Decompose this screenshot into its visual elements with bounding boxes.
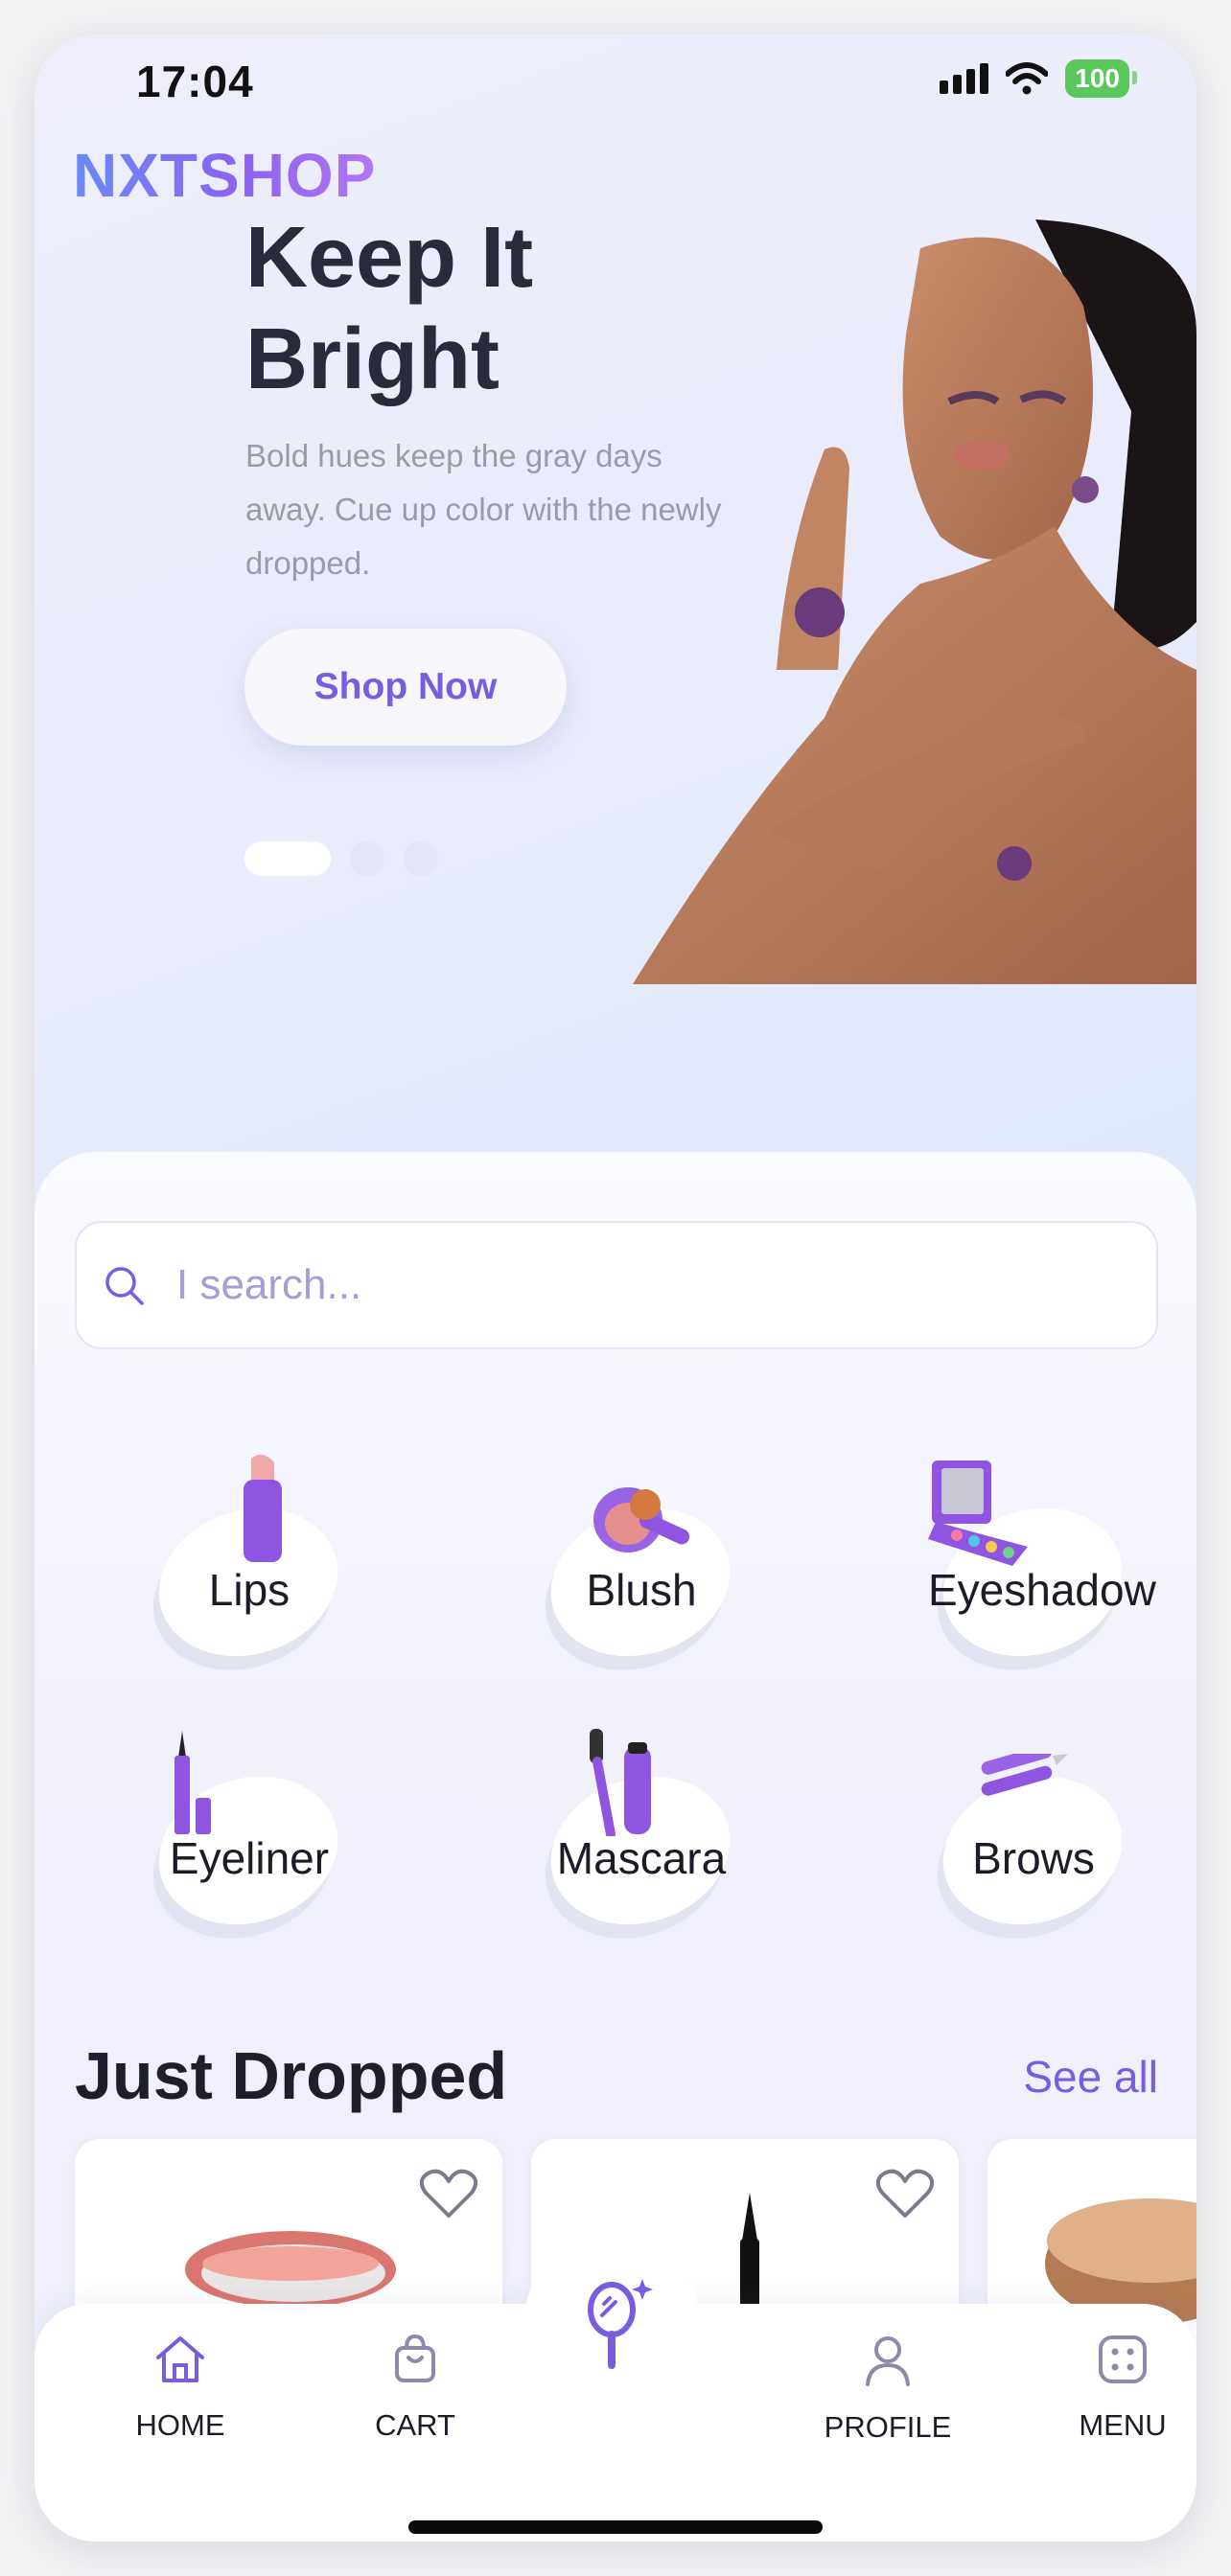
carousel-dot[interactable] xyxy=(404,841,438,876)
nav-label: MENU xyxy=(1079,2408,1167,2442)
nav-home[interactable]: HOME xyxy=(84,2334,276,2443)
category-lips[interactable]: Lips xyxy=(139,1453,358,1679)
product-image xyxy=(740,2193,759,2308)
category-label: Mascara xyxy=(556,1833,727,1883)
category-mascara[interactable]: Mascara xyxy=(531,1721,750,1947)
category-eyeliner[interactable]: Eyeliner xyxy=(139,1721,358,1947)
category-label: Eyeshadow xyxy=(928,1565,1156,1615)
status-icons: 100 xyxy=(940,59,1137,98)
nav-cart[interactable]: CART xyxy=(319,2334,511,2443)
status-time: 17:04 xyxy=(136,57,254,106)
home-indicator[interactable] xyxy=(408,2520,823,2534)
phone-screen: 17:04 100 NXTSHOP Keep It Bright Bold hu… xyxy=(35,34,1196,2542)
lipstick-icon xyxy=(244,1454,282,1562)
heart-icon[interactable] xyxy=(420,2168,477,2220)
eyeliner-icon xyxy=(174,1731,211,1834)
shopping-bag-icon xyxy=(395,2334,435,2382)
nav-label: HOME xyxy=(135,2408,225,2442)
carousel-dots xyxy=(244,841,438,876)
category-blush[interactable]: Blush xyxy=(531,1453,750,1679)
heart-icon[interactable] xyxy=(876,2168,934,2220)
mascara-icon xyxy=(590,1729,651,1836)
search-input[interactable] xyxy=(176,1261,1039,1309)
blush-compact-icon xyxy=(593,1487,690,1552)
magic-mirror-icon[interactable] xyxy=(583,2275,656,2371)
section-title: Just Dropped xyxy=(75,2038,508,2113)
carousel-dot-active[interactable] xyxy=(244,841,331,876)
brow-pencil-icon xyxy=(981,1754,1068,1796)
menu-grid-icon xyxy=(1099,2335,1147,2383)
carousel-dot[interactable] xyxy=(350,841,384,876)
category-brows[interactable]: Brows xyxy=(923,1721,1142,1947)
app-logo[interactable]: NXTSHOP xyxy=(73,140,376,211)
search-bar[interactable] xyxy=(75,1221,1158,1349)
eyeshadow-palette-icon xyxy=(928,1460,1028,1566)
battery-indicator: 100 xyxy=(1065,59,1137,98)
category-eyeshadow[interactable]: Eyeshadow xyxy=(923,1453,1156,1679)
nav-profile[interactable]: PROFILE xyxy=(792,2334,984,2445)
nav-label: CART xyxy=(375,2408,455,2442)
hero-title: Keep It Bright xyxy=(245,210,534,407)
category-label: Blush xyxy=(586,1565,697,1615)
nav-menu[interactable]: MENU xyxy=(1027,2334,1196,2443)
hero-subtitle: Bold hues keep the gray days away. Cue u… xyxy=(245,438,722,581)
shop-now-button[interactable]: Shop Now xyxy=(244,629,567,746)
category-label: Lips xyxy=(208,1565,290,1615)
category-label: Brows xyxy=(972,1833,1095,1883)
wifi-icon xyxy=(1006,62,1049,95)
nav-label: PROFILE xyxy=(824,2410,952,2444)
search-icon xyxy=(105,1267,144,1305)
profile-icon xyxy=(866,2336,910,2386)
home-icon xyxy=(156,2336,204,2382)
see-all-link[interactable]: See all xyxy=(1023,2051,1158,2103)
signal-icon xyxy=(940,63,989,94)
category-label: Eyeliner xyxy=(169,1833,330,1883)
